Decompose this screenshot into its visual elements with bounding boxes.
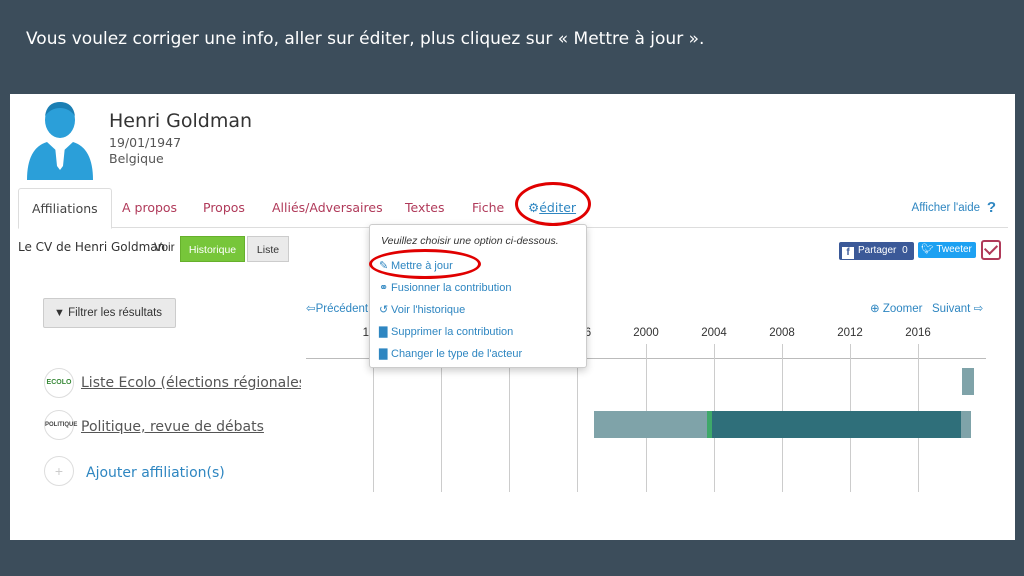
avatar-icon <box>27 102 93 180</box>
tab-propos[interactable]: Propos <box>203 188 245 229</box>
timeline-bar-ecolo[interactable] <box>962 368 974 395</box>
app-screenshot: Henri Goldman 19/01/1947 Belgique Affili… <box>10 94 1015 540</box>
affiliation-link[interactable]: Liste Ecolo (élections régionales 2 <box>81 375 301 391</box>
year-label: 2004 <box>701 327 727 339</box>
trash-icon: ▇ <box>379 348 388 360</box>
timeline-bar-politique-end[interactable] <box>961 411 971 438</box>
link-icon: ⚭ <box>379 282 389 294</box>
dropdown-title: Veuillez choisir une option ci-dessous. <box>381 235 559 247</box>
twitter-icon: 🐦︎ <box>921 244 934 255</box>
help-link[interactable]: Afficher l'aide <box>912 188 980 228</box>
menu-item-mettre-a-jour[interactable]: ✎ Mettre à jour <box>379 259 453 272</box>
previous-link[interactable]: ⇦Précédent <box>306 301 368 315</box>
tab-a-propos[interactable]: A propos <box>122 188 177 229</box>
zoom-icon: ⊕ <box>870 303 880 315</box>
previous-label: Précédent <box>315 303 369 315</box>
timeline-bar-politique[interactable] <box>594 411 708 438</box>
zoom-label: Zoomer <box>882 303 923 315</box>
menu-item-label: Supprimer la contribution <box>391 326 514 338</box>
menu-item-label: Voir l'historique <box>391 304 466 316</box>
politique-logo: POLITIQUE <box>44 410 77 440</box>
gears-icon: ⚙ <box>528 200 540 215</box>
menu-item-label: Mettre à jour <box>391 260 453 272</box>
view-liste-button[interactable]: Liste <box>247 236 289 262</box>
facebook-icon: f <box>842 247 854 259</box>
slide-caption: Vous voulez corriger une info, aller sur… <box>26 29 705 49</box>
tab-affiliations[interactable]: Affiliations <box>18 188 112 229</box>
pencil-icon: ✎ <box>379 260 389 272</box>
next-label: Suivant <box>932 303 971 315</box>
twitter-share-button[interactable]: 🐦︎ Tweeter <box>918 242 976 258</box>
profile-name: Henri Goldman <box>109 110 253 132</box>
arrow-left-icon: ⇦ <box>306 303 316 315</box>
history-icon: ↺ <box>379 304 389 316</box>
filter-results-label: Filtrer les résultats <box>68 307 163 319</box>
tab-textes[interactable]: Textes <box>405 188 444 229</box>
menu-item-label: Changer le type de l'acteur <box>391 348 523 360</box>
affiliation-link[interactable]: Politique, revue de débats <box>81 419 264 435</box>
plus-circle-icon[interactable]: + <box>44 456 74 486</box>
profile-country: Belgique <box>109 151 164 166</box>
menu-item-supprimer[interactable]: ▇ Supprimer la contribution <box>379 325 513 338</box>
email-share-icon[interactable] <box>981 240 1001 260</box>
year-label: 2012 <box>837 327 863 339</box>
ecolo-logo: ECOLO <box>44 368 74 398</box>
facebook-share-button[interactable]: f Partager 0 <box>839 242 914 260</box>
edit-options-dropdown: Veuillez choisir une option ci-dessous. … <box>369 224 587 368</box>
twitter-share-label: Tweeter <box>936 244 972 255</box>
help-question-icon[interactable]: ? <box>987 188 996 228</box>
next-link[interactable]: Suivant ⇨ <box>932 301 983 315</box>
menu-item-historique[interactable]: ↺ Voir l'historique <box>379 303 465 316</box>
cv-heading: Le CV de Henri Goldman <box>18 240 166 254</box>
add-affiliation-link[interactable]: Ajouter affiliation(s) <box>86 465 225 481</box>
tab-bar: Affiliations A propos Propos Alliés/Adve… <box>18 188 1008 229</box>
tab-fiche[interactable]: Fiche <box>472 188 504 229</box>
profile-birthdate: 19/01/1947 <box>109 135 182 150</box>
year-label: 2000 <box>633 327 659 339</box>
trash-icon: ▇ <box>379 326 388 338</box>
menu-item-changer-type[interactable]: ▇ Changer le type de l'acteur <box>379 347 522 360</box>
view-historique-button[interactable]: Historique <box>180 236 245 262</box>
menu-item-label: Fusionner la contribution <box>391 282 512 294</box>
zoom-link[interactable]: ⊕ Zoomer <box>870 301 922 315</box>
menu-item-fusionner[interactable]: ⚭ Fusionner la contribution <box>379 281 511 294</box>
timeline-bar-politique-active[interactable] <box>712 411 961 438</box>
tab-editer[interactable]: ⚙éditer <box>528 188 576 229</box>
filter-results-button[interactable]: ▼ Filtrer les résultats <box>43 298 176 328</box>
tab-editer-label: éditer <box>539 200 577 215</box>
facebook-share-label: Partager <box>858 245 897 256</box>
funnel-icon: ▼ <box>54 307 65 319</box>
tab-allies-adversaires[interactable]: Alliés/Adversaires <box>272 188 383 229</box>
facebook-share-count: 0 <box>902 245 908 256</box>
year-label: 2008 <box>769 327 795 339</box>
view-label: Voir <box>154 240 175 254</box>
year-label: 2016 <box>905 327 931 339</box>
arrow-right-icon: ⇨ <box>973 303 984 315</box>
